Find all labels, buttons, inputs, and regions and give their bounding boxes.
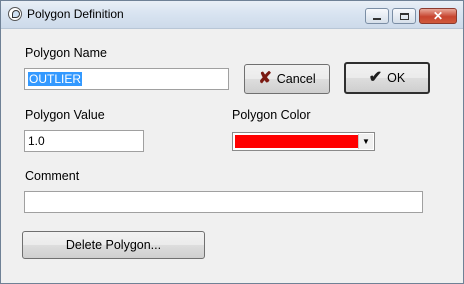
checkmark-icon: ✔ bbox=[368, 69, 383, 86]
comment-label: Comment bbox=[25, 169, 80, 183]
chevron-down-icon[interactable]: ▼ bbox=[358, 134, 373, 149]
maximize-icon bbox=[399, 12, 409, 20]
polygon-app-icon bbox=[8, 7, 22, 21]
close-icon: ✕ bbox=[432, 9, 444, 23]
polygon-name-field[interactable]: OUTLIER bbox=[24, 68, 229, 90]
polygon-value-field[interactable]: 1.0 bbox=[24, 130, 144, 152]
delete-polygon-button[interactable]: Delete Polygon... bbox=[22, 231, 205, 259]
cancel-button[interactable]: ✘ Cancel bbox=[244, 64, 330, 94]
polygon-color-select[interactable]: ▼ bbox=[232, 132, 375, 151]
delete-polygon-button-label: Delete Polygon... bbox=[65, 238, 162, 252]
title-bar[interactable]: Polygon Definition ✕ bbox=[1, 1, 463, 29]
minimize-icon bbox=[373, 18, 381, 20]
cancel-button-label: Cancel bbox=[276, 72, 316, 86]
x-icon: ✘ bbox=[258, 70, 272, 87]
minimize-button[interactable] bbox=[365, 8, 389, 24]
ok-button[interactable]: ✔ OK bbox=[344, 62, 430, 94]
polygon-value-label: Polygon Value bbox=[25, 108, 105, 122]
comment-field[interactable] bbox=[24, 191, 423, 213]
polygon-name-label: Polygon Name bbox=[25, 46, 107, 60]
ok-button-label: OK bbox=[387, 71, 406, 85]
polygon-color-label: Polygon Color bbox=[232, 108, 311, 122]
window-title: Polygon Definition bbox=[27, 7, 124, 21]
polygon-name-value: OUTLIER bbox=[28, 72, 83, 86]
color-swatch bbox=[235, 135, 359, 148]
close-button[interactable]: ✕ bbox=[419, 8, 457, 24]
maximize-button[interactable] bbox=[392, 8, 416, 24]
polygon-definition-dialog: Polygon Definition ✕ Polygon Name OUTLIE… bbox=[0, 0, 464, 284]
polygon-value-value: 1.0 bbox=[28, 134, 45, 148]
